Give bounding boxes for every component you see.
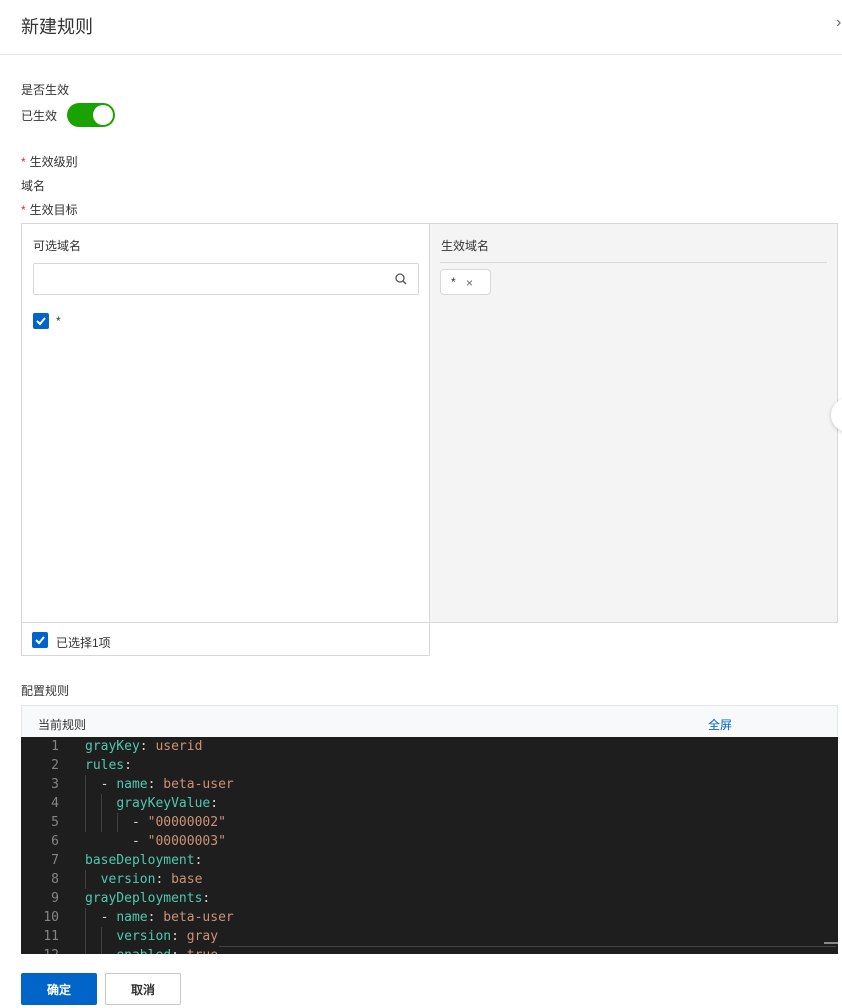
transfer-source-panel: 可选域名 * xyxy=(21,223,430,623)
code-line[interactable]: 5 - "00000002" xyxy=(21,813,838,832)
code-line[interactable]: 6 - "00000003" xyxy=(21,832,838,851)
line-number: 9 xyxy=(51,891,59,906)
close-icon[interactable]: › xyxy=(836,14,841,32)
target-title: 生效域名 xyxy=(441,239,490,253)
source-title: 可选域名 xyxy=(33,239,82,253)
line-number: 11 xyxy=(43,929,59,944)
line-number: 12 xyxy=(21,946,59,954)
tag-close-icon[interactable]: × xyxy=(466,276,473,290)
line-number: 8 xyxy=(51,872,59,887)
search-icon[interactable] xyxy=(394,272,408,286)
level-value: 域名 xyxy=(21,179,46,193)
tag-label: * xyxy=(451,275,456,289)
code-line[interactable]: 12 enabled: true xyxy=(21,946,838,954)
code-line[interactable]: 7 baseDeployment: xyxy=(21,851,838,870)
code-text: baseDeployment: xyxy=(85,853,203,868)
active-status-text: 已生效 xyxy=(21,109,58,123)
selected-count: 已选择1项 xyxy=(56,636,111,650)
line-number: 4 xyxy=(51,796,59,811)
code-editor[interactable]: 1 grayKey: userid 2 rules: 3 - name: beta-us… xyxy=(21,737,838,954)
dialog-header: 新建规则 › xyxy=(0,0,842,55)
code-text: grayDeployments: xyxy=(85,891,211,906)
line-number: 2 xyxy=(51,758,59,773)
toggle-knob xyxy=(93,105,113,125)
line-number: 1 xyxy=(51,739,59,754)
line-number: 6 xyxy=(51,834,59,849)
search-box xyxy=(33,263,419,295)
code-text: grayKeyValue: xyxy=(116,796,219,811)
code-text: - name: beta-user xyxy=(85,910,234,925)
code-line[interactable]: 9 grayDeployments: xyxy=(21,889,838,908)
code-line[interactable]: 10 - name: beta-user xyxy=(21,908,838,927)
code-text: version: base xyxy=(100,872,203,887)
required-mark: * xyxy=(21,203,26,217)
option-checkbox[interactable] xyxy=(33,313,49,329)
code-line[interactable]: 11 version: gray xyxy=(21,927,838,946)
code-line[interactable]: 8 version: base xyxy=(21,870,838,889)
active-label: 是否生效 xyxy=(21,83,70,97)
selected-tag: * × xyxy=(440,269,491,295)
select-all-checkbox[interactable] xyxy=(32,632,48,648)
cancel-button[interactable]: 取消 xyxy=(105,973,181,1005)
editor-header: 当前规则 全屏 xyxy=(21,705,838,738)
code-line[interactable]: 3 - name: beta-user xyxy=(21,775,838,794)
level-label: * 生效级别 xyxy=(21,155,78,169)
dialog-footer: 确定 取消 xyxy=(0,954,842,1008)
line-number: 5 xyxy=(51,815,59,830)
required-mark: * xyxy=(21,155,26,169)
line-number: 10 xyxy=(43,910,59,925)
line-number: 3 xyxy=(51,777,59,792)
divider xyxy=(440,262,827,263)
line-number: 7 xyxy=(51,853,59,868)
code-text: - "00000003" xyxy=(85,834,226,849)
dialog-title: 新建规则 xyxy=(21,17,93,37)
code-line[interactable]: 4 grayKeyValue: xyxy=(21,794,838,813)
confirm-button[interactable]: 确定 xyxy=(21,973,97,1005)
code-line[interactable]: 1 grayKey: userid xyxy=(21,737,838,756)
option-label: * xyxy=(56,314,61,328)
fullscreen-link[interactable]: 全屏 xyxy=(708,716,732,733)
code-text: - "00000002" xyxy=(85,815,226,830)
editor-title: 当前规则 xyxy=(38,718,87,732)
active-toggle[interactable] xyxy=(67,103,115,127)
search-input[interactable] xyxy=(34,264,374,294)
transfer-footer: 已选择1项 xyxy=(21,622,430,656)
code-text: rules: xyxy=(85,758,132,773)
code-line[interactable]: 2 rules: xyxy=(21,756,838,775)
code-text: grayKey: userid xyxy=(85,739,203,754)
transfer-target-panel: 生效域名 * × xyxy=(429,223,838,623)
code-text: version: gray xyxy=(116,929,219,944)
code-text: - name: beta-user xyxy=(85,777,234,792)
config-label: 配置规则 xyxy=(21,684,70,698)
target-label: * 生效目标 xyxy=(21,203,78,217)
code-text: enabled: true xyxy=(85,946,218,954)
